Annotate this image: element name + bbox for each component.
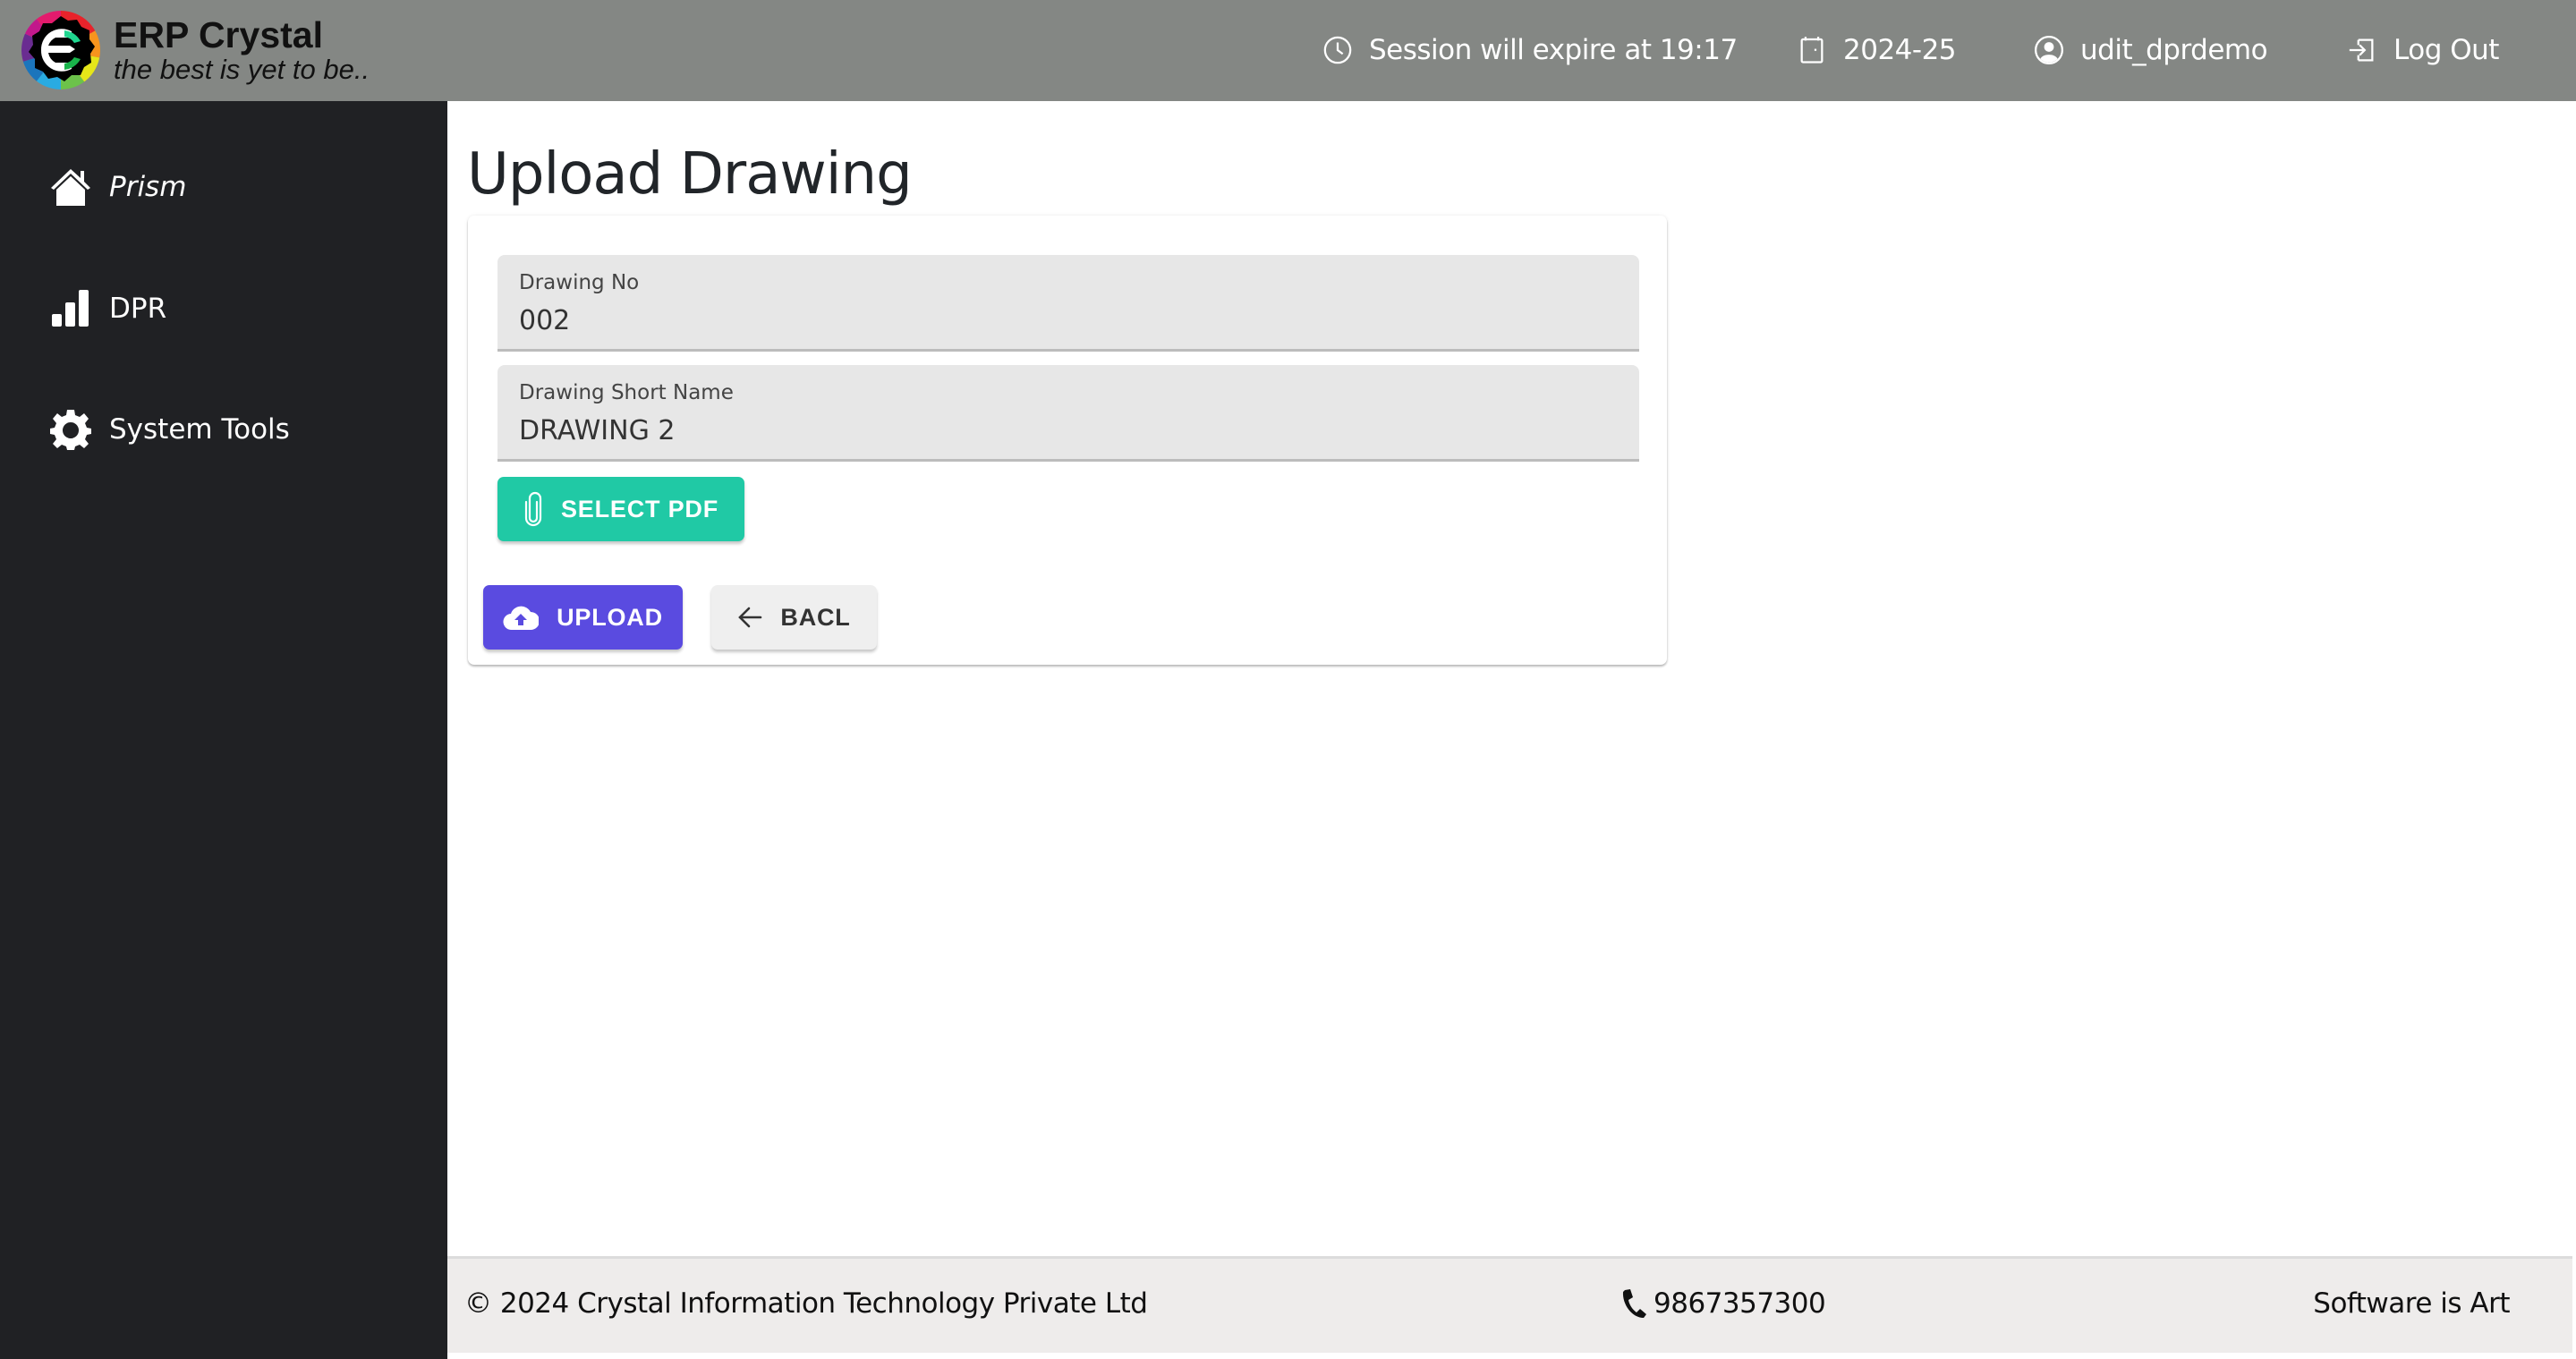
select-pdf-button[interactable]: SELECT PDF: [497, 477, 744, 541]
sidebar-item-label: DPR: [109, 293, 167, 325]
brand-title: ERP Crystal: [114, 14, 323, 55]
sidebar-item-label: Prism: [109, 171, 187, 203]
logout-label: Log Out: [2393, 34, 2499, 66]
financial-year-text: 2024-25: [1843, 34, 1957, 66]
sidebar-item-dpr[interactable]: DPR: [49, 282, 166, 336]
footer: © 2024 Crystal Information Technology Pr…: [447, 1256, 2572, 1353]
clock-icon: [1323, 36, 1352, 64]
bar-chart-icon: [52, 290, 89, 327]
home-icon: [51, 169, 90, 206]
paperclip-icon: [524, 491, 542, 527]
session-expiry: Session will expire at 19:17: [1322, 27, 1738, 73]
footer-copyright: © 2024 Crystal Information Technology Pr…: [464, 1287, 1148, 1320]
financial-year[interactable]: 2024-25: [1797, 27, 1957, 73]
upload-button[interactable]: UPLOAD: [483, 585, 683, 650]
sidebar-item-prism[interactable]: Prism: [49, 160, 186, 214]
footer-phone-number: 9867357300: [1654, 1287, 1826, 1320]
user-profile[interactable]: udit_dprdemo: [2034, 27, 2268, 73]
upload-drawing-form: Drawing No Drawing Short Name SELECT PDF…: [468, 216, 1667, 665]
logout-icon: [2349, 38, 2374, 62]
sidebar-item-system-tools[interactable]: System Tools: [49, 403, 290, 456]
page-title: Upload Drawing: [467, 141, 913, 208]
select-pdf-label: SELECT PDF: [560, 495, 718, 522]
footer-tagline: Software is Art: [2313, 1287, 2510, 1320]
drawing-short-name-label: Drawing Short Name: [519, 381, 734, 404]
erp-crystal-logo-icon: [21, 11, 100, 89]
drawing-no-label: Drawing No: [519, 271, 640, 294]
gear-icon: [50, 410, 91, 450]
user-circle-icon: [2034, 35, 2064, 65]
back-label: BACL: [780, 603, 851, 631]
cloud-upload-icon: [503, 606, 540, 631]
back-button[interactable]: BACL: [711, 585, 877, 650]
arrow-left-icon: [738, 607, 762, 628]
sidebar-item-label: System Tools: [109, 413, 290, 446]
drawing-no-input[interactable]: [519, 302, 1611, 339]
upload-label: UPLOAD: [557, 603, 663, 631]
logout-button[interactable]: Log Out: [2347, 27, 2499, 73]
brand-tagline: the best is yet to be..: [114, 54, 370, 85]
phone-icon: [1622, 1289, 1646, 1318]
sidebar: Prism DPR System Tools: [0, 101, 447, 1359]
session-expiry-text: Session will expire at 19:17: [1369, 34, 1738, 66]
top-header: ERP Crystal the best is yet to be.. Sess…: [0, 0, 2576, 101]
username-text: udit_dprdemo: [2080, 34, 2268, 66]
calendar-icon: [1800, 37, 1824, 64]
drawing-short-name-input[interactable]: [519, 412, 1611, 449]
drawing-no-field[interactable]: Drawing No: [497, 255, 1639, 352]
footer-phone: 9867357300: [1620, 1287, 1826, 1320]
drawing-short-name-field[interactable]: Drawing Short Name: [497, 365, 1639, 462]
